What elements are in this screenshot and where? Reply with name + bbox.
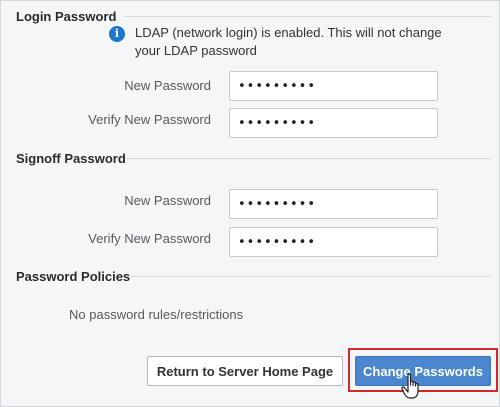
login-verify-password-input[interactable]: [229, 108, 438, 138]
login-new-password-input[interactable]: [229, 71, 438, 101]
no-password-rules-text: No password rules/restrictions: [69, 307, 244, 322]
signoff-password-title: Signoff Password: [16, 150, 126, 166]
hand-pointer-cursor-icon: [401, 373, 419, 399]
info-circle-icon: i: [109, 26, 125, 42]
login-new-password-label: New Password: [124, 78, 211, 93]
return-to-server-home-button[interactable]: Return to Server Home Page: [147, 356, 343, 386]
signoff-new-password-label: New Password: [124, 193, 211, 208]
signoff-verify-password-label: Verify New Password: [88, 231, 211, 246]
signoff-verify-password-input[interactable]: [229, 227, 438, 257]
signoff-section-divider: [126, 158, 491, 159]
login-verify-password-label: Verify New Password: [88, 112, 211, 127]
password-policies-header: Password Policies: [16, 266, 130, 286]
password-policies-title: Password Policies: [16, 268, 131, 284]
login-password-title: Login Password: [16, 8, 117, 24]
ldap-info-note: i LDAP (network login) is enabled. This …: [109, 24, 455, 60]
change-password-panel: Login Password i LDAP (network login) is…: [0, 0, 500, 407]
signoff-password-header: Signoff Password: [16, 148, 126, 168]
change-passwords-button[interactable]: Change Passwords: [355, 356, 491, 386]
signoff-new-password-input[interactable]: [229, 189, 438, 219]
login-section-divider: [124, 16, 491, 17]
login-password-header: Login Password: [16, 6, 116, 26]
policies-section-divider: [131, 276, 491, 277]
ldap-info-text: LDAP (network login) is enabled. This wi…: [135, 25, 442, 58]
